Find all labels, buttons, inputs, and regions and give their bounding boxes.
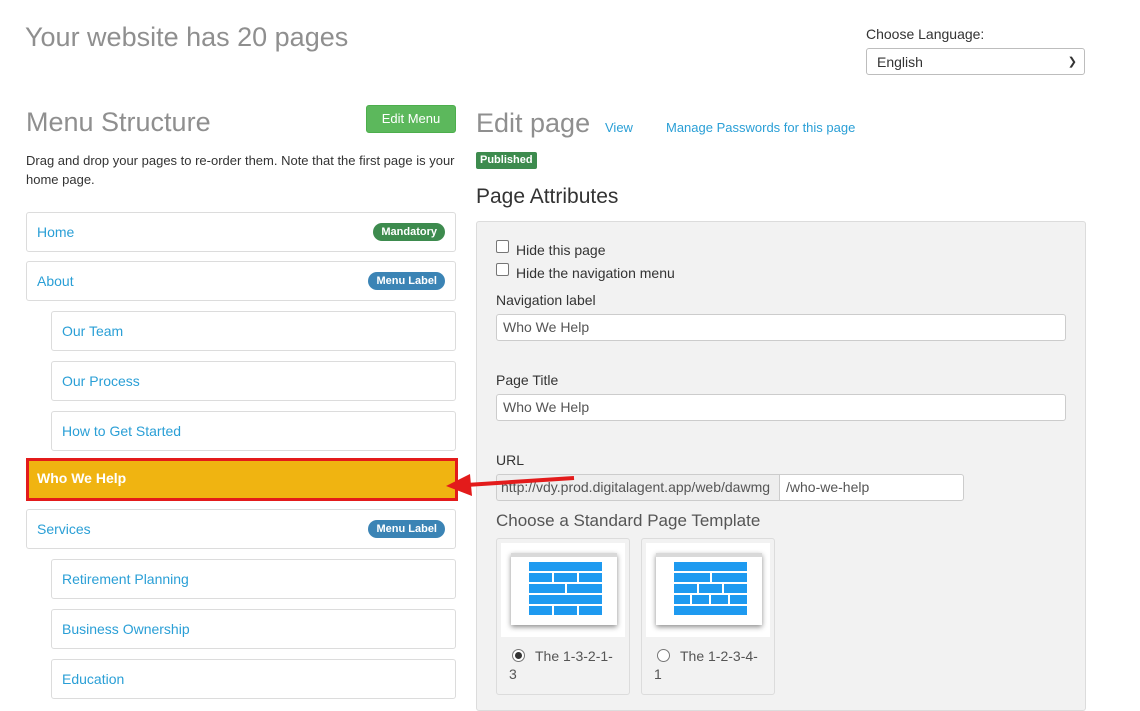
hide-page-label: Hide this page <box>516 242 606 258</box>
mandatory-badge: Mandatory <box>373 223 445 241</box>
template-card[interactable]: The 1-3-2-1-3 <box>496 538 630 695</box>
page-title-label: Page Title <box>496 372 559 388</box>
menu-item-label[interactable]: Who We Help <box>37 470 126 486</box>
language-select-value: English <box>877 54 923 70</box>
hide-nav-checkbox[interactable] <box>496 263 509 276</box>
hide-page-checkbox[interactable] <box>496 240 509 253</box>
menu-item-home[interactable]: Home Mandatory <box>26 212 456 252</box>
menu-item-our-process[interactable]: Our Process <box>51 361 456 401</box>
template-card[interactable]: The 1-2-3-4-1 <box>641 538 775 695</box>
menu-item-label[interactable]: Retirement Planning <box>62 571 189 587</box>
page-title-input[interactable]: Who We Help <box>496 394 1066 421</box>
edit-menu-button[interactable]: Edit Menu <box>366 105 456 133</box>
menu-item-who-we-help[interactable]: Who We Help <box>26 458 458 501</box>
menu-item-label[interactable]: How to Get Started <box>62 423 181 439</box>
navigation-label-label: Navigation label <box>496 292 596 308</box>
language-select[interactable]: English ❯ <box>866 48 1085 75</box>
menu-item-label[interactable]: Home <box>37 224 74 240</box>
template-name: The 1-2-3-4-1 <box>654 648 758 682</box>
menu-label-badge: Menu Label <box>368 520 445 538</box>
language-label: Choose Language: <box>866 26 985 42</box>
menu-item-label[interactable]: Education <box>62 671 124 687</box>
navigation-label-input[interactable]: Who We Help <box>496 314 1066 341</box>
page-attributes-title: Page Attributes <box>476 185 619 208</box>
template-layout-icon <box>529 562 602 615</box>
menu-item-how-to-get-started[interactable]: How to Get Started <box>51 411 456 451</box>
site-title: Your website has 20 pages <box>25 22 349 52</box>
menu-item-services[interactable]: Services Menu Label <box>26 509 456 549</box>
manage-passwords-link[interactable]: Manage Passwords for this page <box>666 120 855 135</box>
annotation-arrow-icon <box>446 474 575 496</box>
chevron-down-icon: ❯ <box>1067 56 1077 68</box>
menu-item-label[interactable]: Our Process <box>62 373 140 389</box>
menu-label-badge: Menu Label <box>368 272 445 290</box>
menu-item-education[interactable]: Education <box>51 659 456 699</box>
hide-nav-label: Hide the navigation menu <box>516 265 675 281</box>
menu-structure-title: Menu Structure <box>26 107 211 137</box>
menu-item-label[interactable]: Our Team <box>62 323 123 339</box>
template-name: The 1-3-2-1-3 <box>509 648 613 682</box>
menu-item-retirement-planning[interactable]: Retirement Planning <box>51 559 456 599</box>
template-heading: Choose a Standard Page Template <box>496 511 761 530</box>
view-link[interactable]: View <box>605 120 633 135</box>
menu-item-label[interactable]: About <box>37 273 74 289</box>
template-layout-icon <box>674 562 747 615</box>
menu-item-about[interactable]: About Menu Label <box>26 261 456 301</box>
url-slug-input[interactable]: /who-we-help <box>779 474 964 501</box>
menu-item-our-team[interactable]: Our Team <box>51 311 456 351</box>
edit-page-title: Edit page <box>476 108 591 138</box>
menu-item-label[interactable]: Business Ownership <box>62 621 190 637</box>
status-badge: Published <box>476 152 537 169</box>
menu-item-business-ownership[interactable]: Business Ownership <box>51 609 456 649</box>
menu-description: Drag and drop your pages to re-order the… <box>26 153 455 187</box>
template-thumbnail <box>646 543 770 637</box>
template-thumbnail <box>501 543 625 637</box>
menu-item-label[interactable]: Services <box>37 521 91 537</box>
